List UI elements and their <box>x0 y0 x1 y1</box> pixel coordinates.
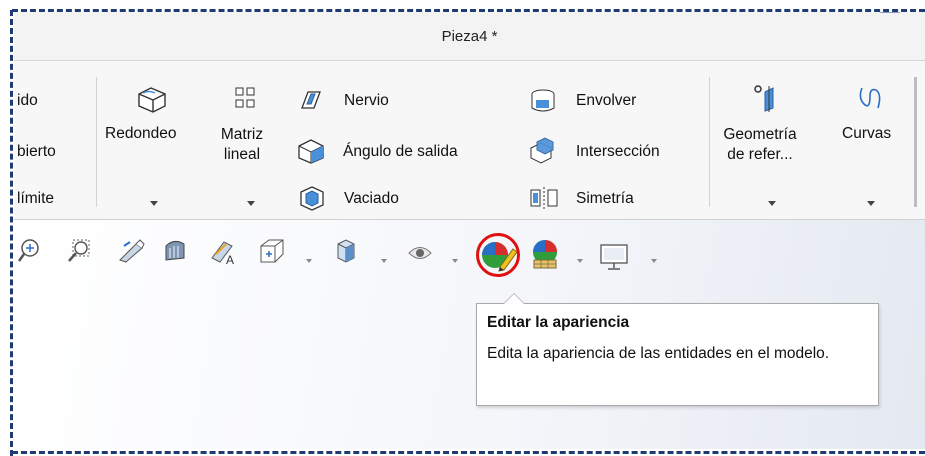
envolver-label: Envolver <box>576 92 637 109</box>
display-style-dropdown-icon[interactable] <box>381 259 387 263</box>
redondeo-label: Redondeo <box>105 125 177 142</box>
nervio-label: Nervio <box>344 92 389 109</box>
angulo-salida-label: Ángulo de salida <box>343 143 458 160</box>
reference-geometry-icon <box>754 85 774 112</box>
geometria-dropdown-icon[interactable] <box>768 201 776 206</box>
shell-icon <box>300 186 324 211</box>
tooltip-title: Editar la apariencia <box>487 314 630 331</box>
wrap-icon <box>531 89 555 112</box>
zoom-to-fit-icon[interactable] <box>17 238 41 264</box>
rib-icon <box>301 91 321 109</box>
vaciado-label: Vaciado <box>344 190 399 207</box>
simetria-label: Simetría <box>576 190 634 207</box>
curves-icon <box>859 87 881 109</box>
curvas-dropdown-icon[interactable] <box>867 201 875 206</box>
tooltip-description: Edita la apariencia de las entidades en … <box>487 345 830 362</box>
view-orientation-icon[interactable] <box>257 238 285 264</box>
linear-pattern-icon <box>235 87 255 108</box>
draft-icon <box>298 139 324 164</box>
window-title: Pieza4 * <box>441 28 498 45</box>
intersect-icon <box>530 137 554 164</box>
title-bar: Pieza4 * <box>14 12 925 61</box>
ribbon-partial-label-3[interactable]: límite <box>17 190 54 208</box>
view-settings-dropdown-icon[interactable] <box>651 259 657 263</box>
ribbon-separator <box>96 77 97 207</box>
zoom-to-area-icon[interactable] <box>66 238 92 264</box>
previous-view-icon[interactable] <box>116 238 146 264</box>
frame-border-top <box>12 9 925 12</box>
curvas-label: Curvas <box>842 125 892 142</box>
tooltip: Editar la apariencia Edita la apariencia… <box>476 293 879 406</box>
fillet-icon <box>138 87 166 113</box>
redondeo-dropdown-icon[interactable] <box>150 201 158 206</box>
frame-border-bottom <box>12 451 925 454</box>
view-orientation-dropdown-icon[interactable] <box>306 259 312 263</box>
ribbon-separator <box>914 77 917 207</box>
ribbon-partial-label-2[interactable]: bierto <box>17 143 56 161</box>
hide-show-items-icon[interactable] <box>407 244 433 262</box>
matriz-label-1: Matriz <box>220 126 264 143</box>
matriz-dropdown-icon[interactable] <box>247 201 255 206</box>
view-settings-icon[interactable] <box>599 243 629 271</box>
hide-show-dropdown-icon[interactable] <box>452 259 458 263</box>
mirror-icon <box>530 187 558 209</box>
edit-appearance-highlight <box>476 233 520 277</box>
geometria-label-1: Geometría <box>723 126 797 143</box>
apply-scene-icon[interactable] <box>530 238 564 270</box>
svg-text:A: A <box>226 253 234 266</box>
frame-border-left <box>10 10 13 456</box>
apply-scene-dropdown-icon[interactable] <box>577 259 583 263</box>
display-style-icon[interactable] <box>334 238 358 264</box>
section-view-icon[interactable] <box>162 238 192 264</box>
ribbon-partial-label-1[interactable]: ido <box>17 92 38 110</box>
matriz-label-2: lineal <box>223 146 261 163</box>
interseccion-label: Intersección <box>576 143 660 160</box>
geometria-label-2: de refer... <box>727 146 793 163</box>
ribbon-separator <box>709 77 710 207</box>
dynamic-annotation-icon[interactable]: A <box>206 238 238 266</box>
